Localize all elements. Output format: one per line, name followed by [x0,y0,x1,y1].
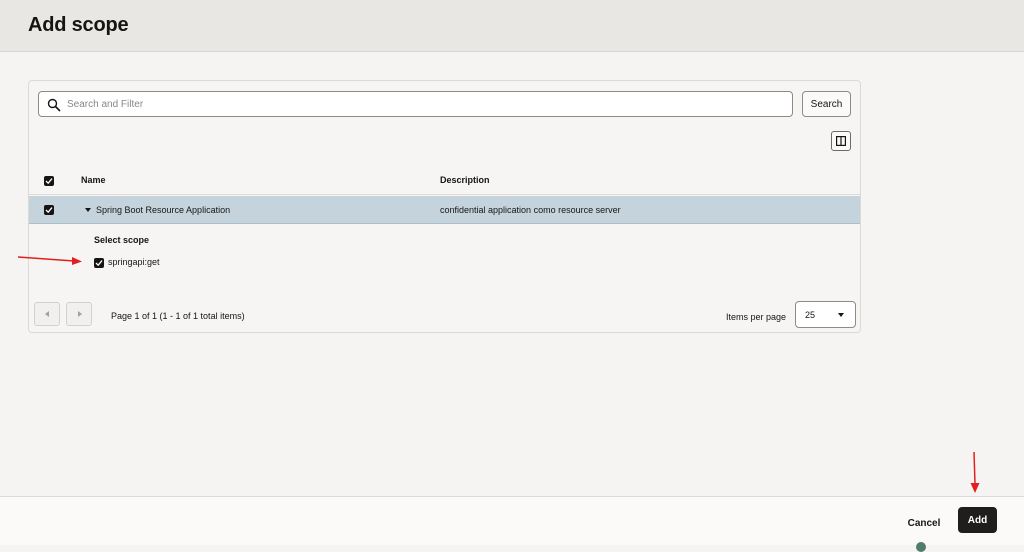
checkbox-checked-icon [95,260,103,267]
page-title: Add scope [28,14,129,36]
pagination-info: Page 1 of 1 (1 - 1 of 1 total items) [111,311,245,321]
search-button[interactable]: Search [802,91,851,117]
manage-columns-button[interactable] [831,131,851,151]
status-indicator [916,542,926,552]
scope-label[interactable]: springapi:get [108,257,160,267]
scope-table-panel: Search Name Description Spring Boot Reso… [28,80,861,333]
row-detail-panel: Select scope springapi:get [29,225,860,285]
chevron-down-icon [838,313,844,317]
search-icon [47,98,61,112]
row-description: confidential application como resource s… [440,205,621,215]
next-page-button[interactable] [66,302,92,326]
annotation-arrow-add [970,451,980,493]
column-header-description[interactable]: Description [440,175,490,185]
dialog-header: Add scope [0,0,1024,52]
select-all-checkbox[interactable] [44,176,54,186]
chevron-right-icon [78,311,82,317]
items-per-page-label: Items per page [726,312,787,322]
items-per-page-value: 25 [805,310,816,320]
search-field[interactable] [38,91,793,117]
row-select-checkbox[interactable] [44,205,54,215]
table-header: Name Description [29,167,860,195]
add-button[interactable]: Add [958,507,997,533]
caret-down-icon[interactable] [85,208,91,212]
select-scope-label: Select scope [94,235,150,245]
checkbox-checked-icon [45,178,53,185]
scope-checkbox[interactable] [94,258,104,268]
previous-page-button[interactable] [34,302,60,326]
search-input[interactable] [65,92,785,116]
chevron-left-icon [45,311,49,317]
table-row[interactable]: Spring Boot Resource Application confide… [29,196,860,224]
items-per-page-select[interactable]: 25 [795,301,856,328]
cancel-button[interactable]: Cancel [898,511,950,535]
row-name: Spring Boot Resource Application [96,205,231,215]
checkbox-checked-icon [45,207,53,214]
dialog-footer: Cancel Add [0,496,1024,552]
column-header-name[interactable]: Name [81,175,106,185]
columns-icon [836,136,846,146]
